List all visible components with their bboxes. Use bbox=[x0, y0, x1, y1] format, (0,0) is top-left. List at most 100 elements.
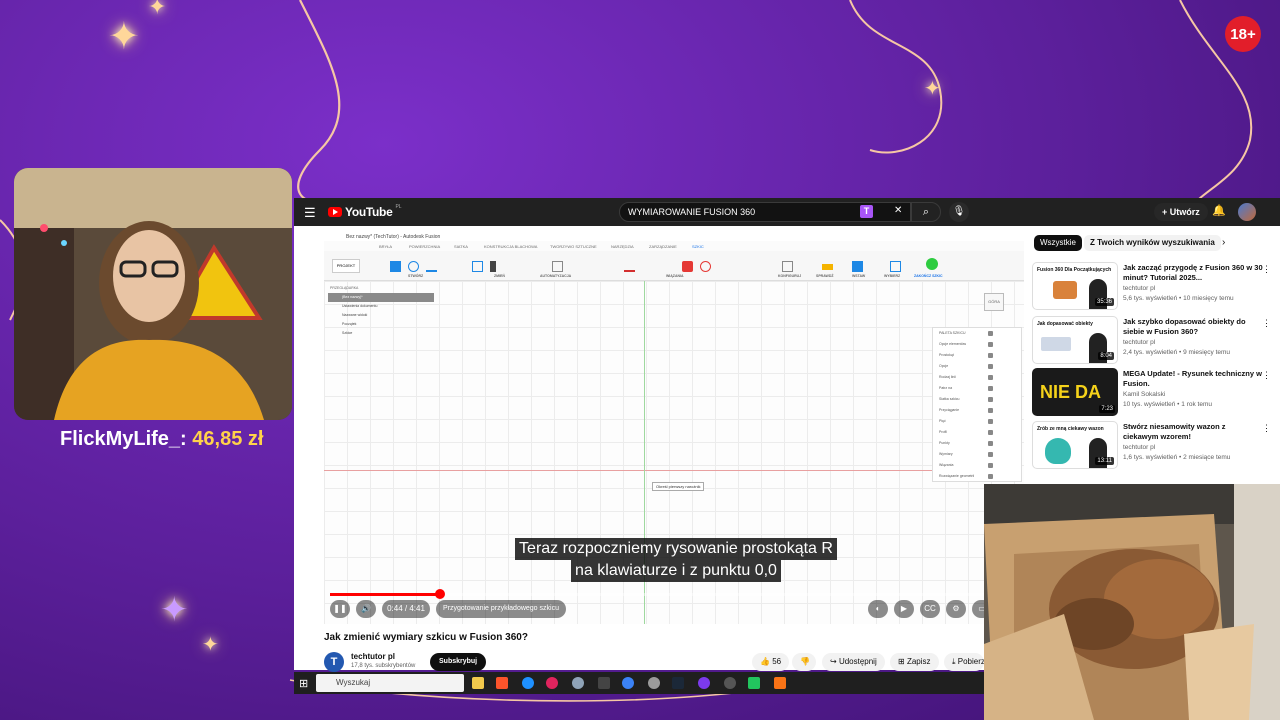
account-avatar[interactable] bbox=[1238, 203, 1256, 221]
more-options-icon[interactable]: ⋮ bbox=[1262, 264, 1271, 275]
select-icon bbox=[890, 261, 901, 272]
recommendation-title: Stwórz niesamowity wazon z ciekawym wzor… bbox=[1123, 422, 1226, 441]
video-player[interactable]: Bez nazwy* (TechTutor) - Autodesk Fusion… bbox=[324, 232, 1024, 624]
fusion-toolbar: PROJEKT STWÓRZ ZMIEŃ AUTOMATYZACJA WIĄZA… bbox=[324, 251, 1024, 281]
fusion-tab: SIATKA bbox=[454, 244, 468, 249]
windows-start-icon[interactable]: ⊞ bbox=[299, 677, 308, 690]
fusion-tab: BRYŁA bbox=[379, 244, 393, 249]
share-button[interactable]: ↪ Udostępnij bbox=[822, 653, 885, 671]
donation-alert: FlickMyLife_: 46,85 zł bbox=[60, 428, 263, 451]
recommendation-meta: 2,4 tys. wyświetleń • 9 miesięcy temu bbox=[1123, 349, 1231, 356]
fusion-tab: KONSTRUKCJA BLACHOWA bbox=[484, 244, 538, 249]
sparkle-icon: ✦ bbox=[160, 591, 189, 629]
fusion-window-title: Bez nazwy* (TechTutor) - Autodesk Fusion bbox=[324, 232, 1024, 241]
subtitle-line: Teraz rozpoczniemy rysowanie prostokąta … bbox=[515, 538, 837, 560]
subscribe-button[interactable]: Subskrybuj bbox=[430, 653, 487, 671]
extension-icon[interactable]: T bbox=[860, 205, 873, 218]
sparkle-icon: ✦ bbox=[202, 634, 219, 656]
recommendation-meta: 1,6 tys. wyświetleń • 2 miesiące temu bbox=[1123, 454, 1231, 461]
recommendation-channel: Kamil Sokalski bbox=[1123, 391, 1166, 398]
fusion-workspace-tabs: BRYŁA POWIERZCHNIA SIATKA KONSTRUKCJA BL… bbox=[324, 241, 1024, 251]
sparkle-icon: ✦ bbox=[108, 16, 140, 58]
thumbnail-graphic bbox=[1041, 337, 1071, 351]
webcam-feed bbox=[14, 168, 292, 420]
obs-icon[interactable] bbox=[648, 677, 660, 689]
recommendation-title: MEGA Update! - Rysunek techniczny w Fusi… bbox=[1123, 369, 1262, 388]
cursor-tooltip: Określ pierwszy narożnik bbox=[652, 482, 705, 491]
channel-name[interactable]: techtutor pl bbox=[351, 652, 395, 661]
configure-icon bbox=[782, 261, 793, 272]
donation-amount: 46,85 zł bbox=[192, 428, 264, 450]
fusion-tab: NARZĘDZIA bbox=[611, 244, 634, 249]
more-options-icon[interactable]: ⋮ bbox=[1262, 370, 1271, 381]
search-button[interactable]: ⌕ bbox=[911, 202, 941, 222]
app-icon[interactable] bbox=[546, 677, 558, 689]
mic-icon[interactable]: 🎙 bbox=[949, 202, 969, 222]
project-dropdown: PROJEKT bbox=[332, 259, 360, 273]
age-rating-badge: 18+ bbox=[1225, 16, 1261, 52]
download-button[interactable]: ⤓ Pobierz bbox=[944, 653, 984, 671]
video-thumbnail: Fusion 360 Dla Początkujących 35:36 bbox=[1032, 262, 1118, 310]
circle-tool-icon bbox=[408, 261, 419, 272]
youtube-play-icon bbox=[328, 207, 342, 217]
channel-avatar[interactable]: T bbox=[324, 652, 344, 672]
taskbar-search[interactable]: Wyszukaj bbox=[316, 674, 464, 692]
chip-all[interactable]: Wszystkie bbox=[1034, 235, 1082, 251]
time-display: 0:44 / 4:41 bbox=[382, 600, 430, 618]
chip-search-results[interactable]: Z Twoich wyników wyszukiwania bbox=[1084, 235, 1221, 251]
progress-scrubber[interactable] bbox=[435, 589, 445, 599]
miniplayer-icon[interactable]: ▶ bbox=[894, 600, 914, 618]
youtube-logo[interactable]: YouTube PL bbox=[328, 204, 402, 219]
recommendation-title: Jak szybko dopasować obiekty do siebie w… bbox=[1123, 317, 1246, 336]
app-icon[interactable] bbox=[698, 677, 710, 689]
captions-icon[interactable]: CC bbox=[920, 600, 940, 618]
youtube-header: ☰ YouTube PL WYMIAROWANIE FUSION 360 T ✕… bbox=[294, 198, 1280, 226]
recommendation-item[interactable]: Jak dopasować obiekty 8:04 Jak szybko do… bbox=[1032, 316, 1277, 364]
clear-search-icon[interactable]: ✕ bbox=[894, 205, 902, 216]
constraint-icon bbox=[624, 261, 635, 272]
autoplay-icon[interactable]: ◐ bbox=[868, 600, 888, 618]
video-thumbnail: Zrób ze mną ciekawy wazon 13:11 bbox=[1032, 421, 1118, 469]
recommendation-item[interactable]: Zrób ze mną ciekawy wazon 13:11 Stwórz n… bbox=[1032, 421, 1277, 469]
app-icon[interactable] bbox=[598, 677, 610, 689]
fusion-app-icon[interactable] bbox=[774, 677, 786, 689]
video-title: Jak zmienić wymiary szkicu w Fusion 360? bbox=[324, 632, 528, 643]
scissors-icon bbox=[490, 261, 496, 272]
create-button[interactable]: + Utwórz bbox=[1154, 203, 1208, 221]
automate-icon bbox=[552, 261, 563, 272]
file-explorer-icon[interactable] bbox=[472, 677, 484, 689]
settings-icon[interactable]: ⚙ bbox=[946, 600, 966, 618]
video-subtitles: Teraz rozpoczniemy rysowanie prostokąta … bbox=[496, 538, 856, 582]
recommendation-channel: techtutor pl bbox=[1123, 444, 1156, 451]
donor-name: FlickMyLife_: bbox=[60, 428, 187, 450]
recommendation-meta: 10 tys. wyświetleń • 1 rok temu bbox=[1123, 401, 1212, 408]
fusion-tab: SZKIC bbox=[692, 244, 704, 249]
chevron-right-icon[interactable]: › bbox=[1222, 237, 1225, 248]
recommendation-item[interactable]: NIE DA 7:23 MEGA Update! - Rysunek techn… bbox=[1032, 368, 1277, 416]
app-icon[interactable] bbox=[622, 677, 634, 689]
dislike-button[interactable]: 👎 bbox=[792, 653, 816, 671]
vase-graphic bbox=[1045, 438, 1071, 464]
brave-browser-icon[interactable] bbox=[496, 677, 508, 689]
finish-sketch-icon[interactable] bbox=[926, 258, 938, 270]
menu-icon[interactable]: ☰ bbox=[304, 205, 316, 221]
volume-icon[interactable]: 🔊 bbox=[356, 600, 376, 618]
subtitle-line: na klawiaturze i z punktu 0,0 bbox=[571, 560, 781, 582]
steam-icon[interactable] bbox=[672, 677, 684, 689]
thumbnail-graphic bbox=[1053, 281, 1077, 299]
like-count: 56 bbox=[772, 657, 782, 666]
edge-icon[interactable] bbox=[522, 677, 534, 689]
app-icon[interactable] bbox=[724, 677, 736, 689]
app-icon[interactable] bbox=[572, 677, 584, 689]
recommendation-item[interactable]: Fusion 360 Dla Początkujących 35:36 Jak … bbox=[1032, 262, 1277, 310]
more-options-icon[interactable]: ⋮ bbox=[1262, 423, 1271, 434]
chapter-button[interactable]: Przygotowanie przykładowego szkicu bbox=[436, 600, 566, 618]
save-button[interactable]: ⊞ Zapisz bbox=[890, 653, 939, 671]
pause-button[interactable]: ❚❚ bbox=[330, 600, 350, 618]
view-cube[interactable]: GÓRA bbox=[984, 293, 1004, 311]
notifications-icon[interactable]: 🔔 bbox=[1212, 204, 1226, 217]
app-icon[interactable] bbox=[748, 677, 760, 689]
like-button[interactable]: 👍 56 bbox=[752, 653, 790, 671]
recommendation-title: Jak zacząć przygodę z Fusion 360 w 30 mi… bbox=[1123, 263, 1263, 282]
more-options-icon[interactable]: ⋮ bbox=[1262, 318, 1271, 329]
